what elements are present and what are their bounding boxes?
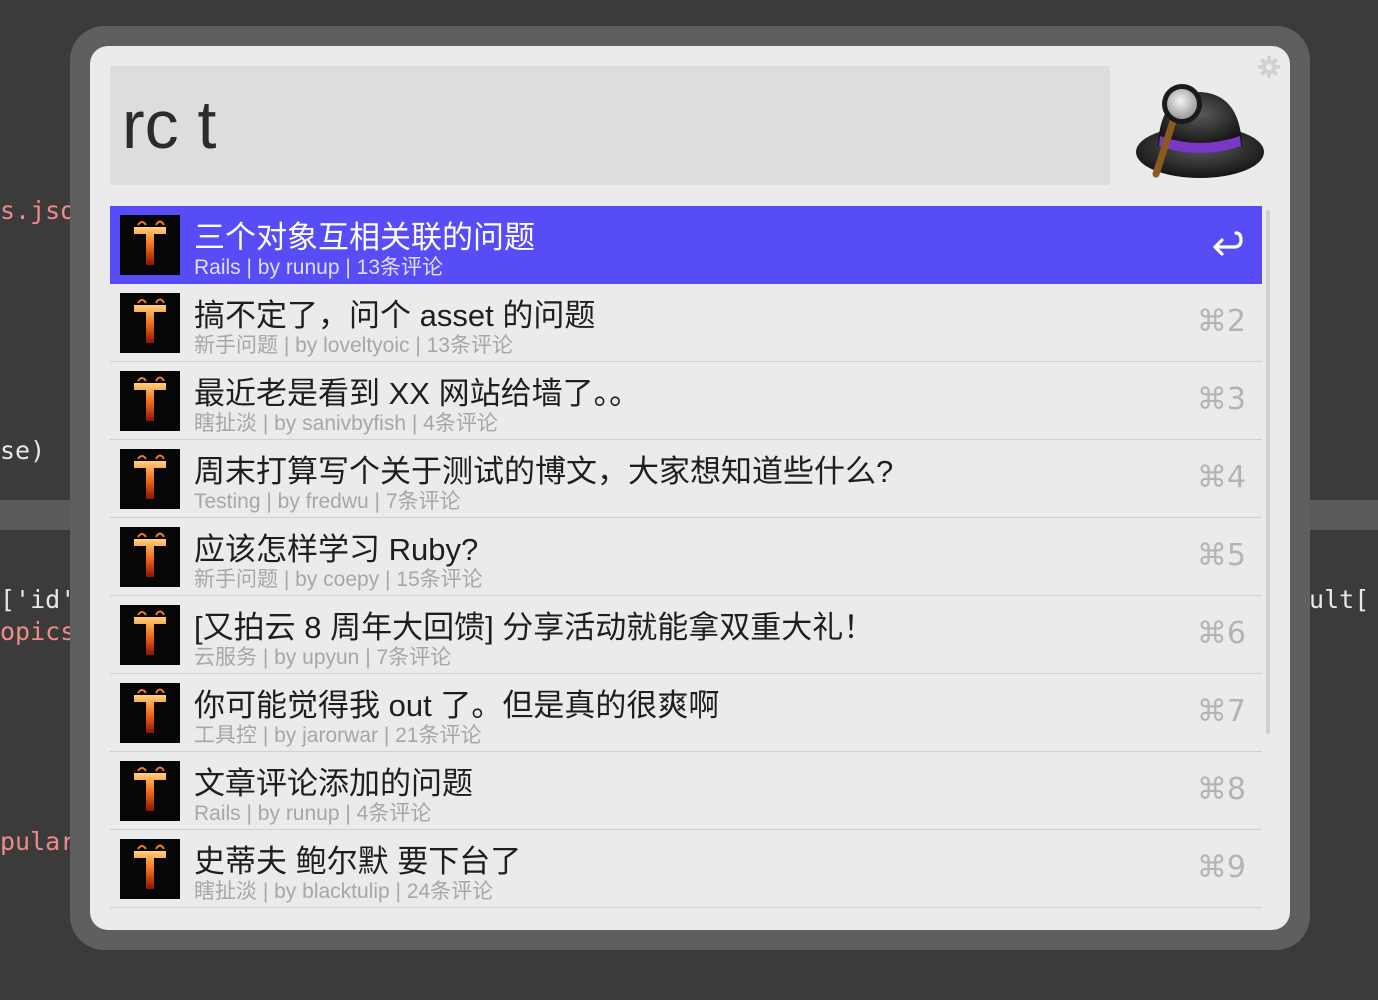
code-fragment: se)	[0, 436, 46, 465]
result-subtitle: 瞎扯淡 | by blacktulip | 24条评论	[194, 880, 494, 903]
result-subtitle: Testing | by fredwu | 7条评论	[194, 490, 461, 513]
result-row[interactable]: 史蒂夫 鲍尔默 要下台了 瞎扯淡 | by blacktulip | 24条评论…	[110, 830, 1262, 908]
topic-thumbnail	[120, 761, 180, 821]
topic-thumbnail	[120, 683, 180, 743]
result-row[interactable]: 文章评论添加的问题 Rails | by runup | 4条评论 ⌘8	[110, 752, 1262, 830]
gear-icon[interactable]	[1258, 56, 1280, 78]
shortcut-label: ⌘3	[1196, 382, 1246, 417]
result-subtitle: 云服务 | by upyun | 7条评论	[194, 646, 452, 669]
shortcut-label: ⌘7	[1196, 694, 1246, 729]
result-row[interactable]: [又拍云 8 周年大回馈] 分享活动就能拿双重大礼！ 云服务 | by upyu…	[110, 596, 1262, 674]
topic-thumbnail	[120, 293, 180, 353]
result-subtitle: 新手问题 | by loveltyoic | 13条评论	[194, 334, 513, 357]
topic-thumbnail	[120, 527, 180, 587]
result-row[interactable]: 应该怎样学习 Ruby? 新手问题 | by coepy | 15条评论 ⌘5	[110, 518, 1262, 596]
result-row[interactable]: 最近老是看到 XX 网站给墙了。。 瞎扯淡 | by sanivbyfish |…	[110, 362, 1262, 440]
result-subtitle: 新手问题 | by coepy | 15条评论	[194, 568, 483, 591]
result-row[interactable]: 三个对象互相关联的问题 Rails | by runup | 13条评论	[110, 206, 1262, 284]
shortcut-label: ⌘2	[1196, 304, 1246, 339]
result-subtitle: Rails | by runup | 13条评论	[194, 256, 444, 279]
results-scrollbar[interactable]	[1266, 210, 1270, 734]
topic-thumbnail	[120, 215, 180, 275]
result-row[interactable]: 周末打算写个关于测试的博文，大家想知道些什么? Testing | by fre…	[110, 440, 1262, 518]
result-row[interactable]: 你可能觉得我 out 了。但是真的很爽啊 工具控 | by jarorwar |…	[110, 674, 1262, 752]
shortcut-label: ⌘6	[1196, 616, 1246, 651]
result-subtitle: 工具控 | by jarorwar | 21条评论	[194, 724, 482, 747]
result-subtitle: 瞎扯淡 | by sanivbyfish | 4条评论	[194, 412, 498, 435]
shortcut-label: ⌘8	[1196, 772, 1246, 807]
topic-thumbnail	[120, 449, 180, 509]
shortcut-label: ⌘9	[1196, 850, 1246, 885]
search-input[interactable]	[122, 66, 1082, 185]
shortcut-label: ⌘5	[1196, 538, 1246, 573]
search-box	[110, 66, 1110, 185]
topic-thumbnail	[120, 371, 180, 431]
topic-thumbnail	[120, 839, 180, 899]
enter-icon	[1213, 231, 1243, 256]
results-list: 三个对象互相关联的问题 Rails | by runup | 13条评论 搞不定…	[110, 206, 1262, 908]
shortcut-label: ⌘4	[1196, 460, 1246, 495]
result-subtitle: Rails | by runup | 4条评论	[194, 802, 432, 825]
topic-thumbnail	[120, 605, 180, 665]
result-row[interactable]: 搞不定了，问个 asset 的问题 新手问题 | by loveltyoic |…	[110, 284, 1262, 362]
alfred-hat-logo-icon	[1136, 84, 1264, 178]
launcher-panel: 三个对象互相关联的问题 Rails | by runup | 13条评论 搞不定…	[90, 46, 1290, 930]
